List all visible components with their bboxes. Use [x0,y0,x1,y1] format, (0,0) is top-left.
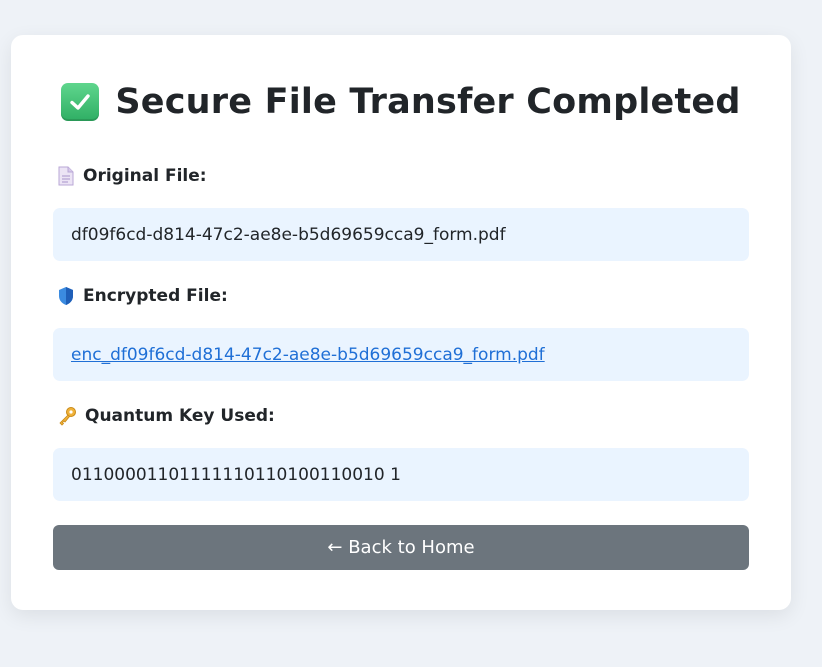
original-file-label: Original File: [83,166,207,186]
encrypted-file-link[interactable]: enc_df09f6cd-d814-47c2-ae8e-b5d69659cca9… [71,345,545,365]
page-title: Secure File Transfer Completed [115,82,741,122]
encrypted-file-label-row: Encrypted File: [53,285,749,307]
quantum-key-value: 01100001101111110110100110010 1 [71,464,401,485]
back-to-home-button[interactable]: ← Back to Home [53,525,749,570]
transfer-card: Secure File Transfer Completed Original … [11,35,791,610]
original-file-label-row: Original File: [53,165,749,187]
shield-icon [57,286,75,306]
original-file-value-box: df09f6cd-d814-47c2-ae8e-b5d69659cca9_for… [53,208,749,261]
quantum-key-label-row: Quantum Key Used: [53,405,749,427]
check-mark-icon [61,83,100,121]
encrypted-file-label: Encrypted File: [83,286,228,306]
encrypted-file-value-box: enc_df09f6cd-d814-47c2-ae8e-b5d69659cca9… [53,328,749,381]
original-file-section: Original File: df09f6cd-d814-47c2-ae8e-b… [53,165,749,261]
quantum-key-label: Quantum Key Used: [85,406,275,426]
encrypted-file-section: Encrypted File: enc_df09f6cd-d814-47c2-a… [53,285,749,381]
original-file-name: df09f6cd-d814-47c2-ae8e-b5d69659cca9_for… [71,224,506,245]
key-icon [57,406,77,426]
title-row: Secure File Transfer Completed [53,81,749,123]
document-icon [57,166,75,186]
quantum-key-section: Quantum Key Used: 0110000110111111011010… [53,405,749,501]
quantum-key-value-box: 01100001101111110110100110010 1 [53,448,749,501]
